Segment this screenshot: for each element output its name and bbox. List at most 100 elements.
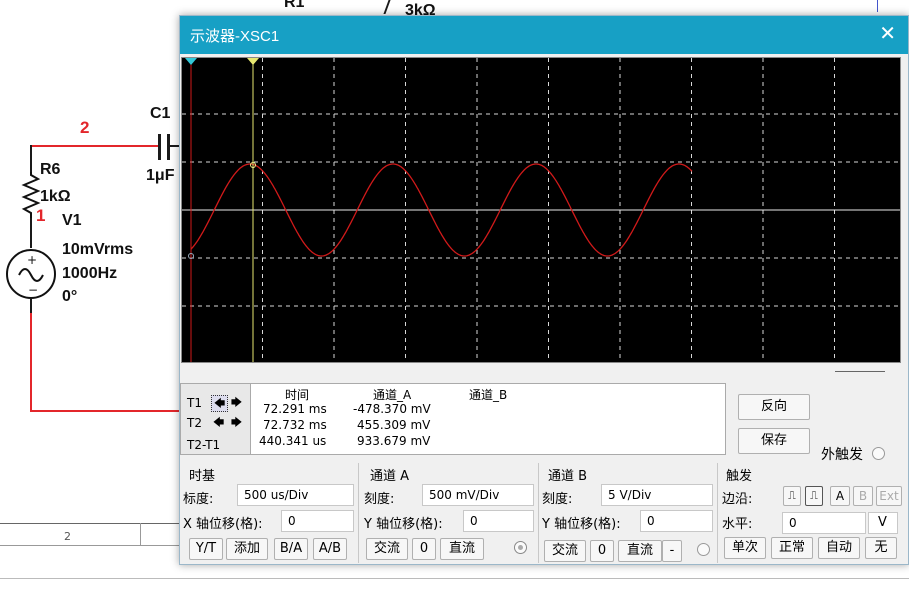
v1-name: V1 (62, 212, 82, 229)
channel-a-ypos-field[interactable]: 0 (463, 510, 534, 532)
none-button[interactable]: 无 (865, 537, 897, 559)
channel-a-radio[interactable] (514, 541, 527, 554)
scroll-indicator[interactable] (835, 371, 885, 372)
t2-time: 72.732 ms (263, 418, 327, 432)
single-button[interactable]: 单次 (724, 537, 766, 559)
capacitor-plate-left (158, 134, 161, 160)
trigger-title: 触发 (726, 469, 753, 484)
normal-button[interactable]: 正常 (771, 537, 813, 559)
wire-v1-bottom (30, 299, 32, 313)
wire-left-red (30, 313, 32, 411)
channel-a-scale-label: 刻度: (364, 492, 395, 507)
channel-b-scale-label: 刻度: (542, 492, 573, 507)
t1-left-arrow-icon[interactable]: 🡄 (211, 395, 228, 412)
timebase-xpos-label: X 轴位移(格): (183, 517, 263, 532)
t2-right-arrow-icon[interactable]: 🡆 (229, 415, 244, 430)
panel-separator-3 (717, 463, 718, 563)
frame-number: 2 (64, 530, 71, 543)
scope-graticule-and-trace (182, 58, 900, 362)
trigger-ext-button[interactable]: Ext (876, 486, 902, 506)
frame-border-2 (0, 545, 180, 546)
scope-display[interactable] (181, 57, 901, 363)
trigger-edge-label: 边沿: (722, 492, 753, 507)
frame-border-3 (0, 578, 909, 579)
reverse-button[interactable]: 反向 (738, 394, 810, 420)
trigger-level-unit[interactable]: V (868, 512, 898, 534)
ext-trigger-radio[interactable] (872, 447, 885, 460)
node-label-2: 2 (80, 118, 90, 137)
channel-a-title: 通道 A (370, 469, 410, 484)
wire-bottom-red (30, 410, 180, 412)
wire-c1-right (170, 145, 179, 147)
channel-b-scale-field[interactable]: 5 V/Div (601, 484, 713, 506)
add-button[interactable]: 添加 (226, 538, 268, 560)
t1-right-arrow-icon[interactable]: 🡆 (229, 395, 244, 410)
header-channel-b: 通道_B (469, 388, 508, 402)
yt-button[interactable]: Y/T (189, 538, 223, 560)
channel-b-zero-button[interactable]: 0 (590, 540, 614, 562)
t2t1-label: T2-T1 (187, 438, 221, 452)
trigger-level-field[interactable]: 0 (782, 512, 866, 534)
save-button[interactable]: 保存 (738, 428, 810, 454)
t1-label: T1 (187, 396, 202, 410)
t1-time: 72.291 ms (263, 402, 327, 416)
timebase-title: 时基 (189, 469, 216, 484)
channel-b-dc-button[interactable]: 直流 (618, 540, 662, 562)
channel-b-ac-button[interactable]: 交流 (544, 540, 586, 562)
frame-border (0, 523, 180, 524)
ac-source-v1-symbol: + − (6, 249, 56, 299)
channel-b-title: 通道 B (548, 469, 588, 484)
cursor-selector: T1 🡄 🡆 T2 🡄 🡆 T2-T1 (180, 383, 252, 455)
t1-channel-a: -478.370 mV (353, 402, 431, 416)
oscilloscope-window: 示波器-XSC1 ✕ T1 🡄 🡆 T2 🡄 🡆 T2-T1 时间 通道_A 通… (179, 15, 909, 565)
close-icon[interactable]: ✕ (879, 23, 896, 43)
t2t1-time: 440.341 us (259, 434, 327, 448)
channel-b-radio[interactable] (697, 543, 710, 556)
t2-label: T2 (187, 416, 202, 430)
v1-amplitude: 10mVrms (62, 241, 134, 258)
ab-button[interactable]: A/B (313, 538, 347, 560)
r6-name: R6 (40, 161, 61, 178)
channel-a-ac-button[interactable]: 交流 (366, 538, 408, 560)
trigger-b-button[interactable]: B (853, 486, 873, 506)
node-label-1: 1 (36, 206, 46, 225)
channel-b-ypos-field[interactable]: 0 (640, 510, 713, 532)
ba-button[interactable]: B/A (274, 538, 308, 560)
t2-channel-a: 455.309 mV (357, 418, 431, 432)
channel-a-scale-field[interactable]: 500 mV/Div (422, 484, 534, 506)
t2t1-channel-a: 933.679 mV (357, 434, 431, 448)
header-channel-a: 通道_A (373, 388, 412, 402)
channel-a-zero-button[interactable]: 0 (412, 538, 436, 560)
timebase-xpos-field[interactable]: 0 (281, 510, 354, 532)
c1-value: 1μF (146, 167, 175, 184)
resistor-zigzag (383, 0, 391, 14)
v1-frequency: 1000Hz (62, 265, 118, 282)
title-bar[interactable]: 示波器-XSC1 ✕ (180, 16, 908, 54)
right-edge-marker (877, 0, 878, 12)
rising-edge-icon[interactable]: ⎍ (783, 486, 801, 506)
wire-r6-v1 (30, 218, 32, 248)
channel-b-minus-button[interactable]: - (662, 540, 682, 562)
c1-name: C1 (150, 105, 171, 122)
svg-text:−: − (28, 283, 38, 297)
cursor-t2-handle-icon[interactable] (247, 58, 259, 65)
channel-a-dc-button[interactable]: 直流 (440, 538, 484, 560)
svg-text:+: + (27, 253, 37, 267)
falling-edge-icon[interactable]: ⎍ (805, 486, 823, 506)
channel-a-ypos-label: Y 轴位移(格): (364, 517, 443, 532)
trigger-a-button[interactable]: A (830, 486, 850, 506)
window-title: 示波器-XSC1 (190, 28, 280, 45)
capacitor-plate-right (167, 134, 170, 160)
channel-b-ypos-label: Y 轴位移(格): (542, 517, 621, 532)
header-time: 时间 (285, 388, 310, 402)
v1-phase: 0° (62, 288, 78, 305)
cursor-t1-handle-icon[interactable] (185, 58, 197, 65)
readout-table: 时间 通道_A 通道_B 72.291 ms -478.370 mV 72.73… (250, 383, 726, 455)
t2-left-arrow-icon[interactable]: 🡄 (211, 415, 226, 430)
timebase-scale-field[interactable]: 500 us/Div (237, 484, 354, 506)
trigger-level-label: 水平: (722, 517, 753, 532)
auto-button[interactable]: 自动 (818, 537, 860, 559)
top-label-r1: R1 (284, 0, 305, 11)
ext-trigger-label: 外触发 (821, 447, 863, 463)
wire-r6-top (30, 145, 32, 173)
